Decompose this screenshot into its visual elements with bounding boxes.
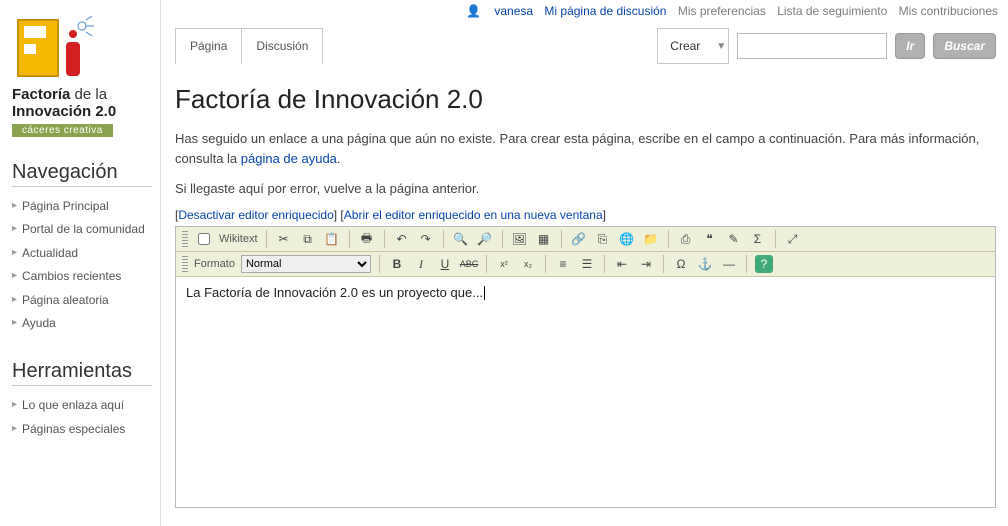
text-cursor — [484, 286, 485, 300]
open-new-window-link[interactable]: Abrir el editor enriquecido en una nueva… — [344, 208, 603, 222]
toolbar-separator — [663, 255, 664, 273]
indent-icon[interactable]: ⇥ — [637, 255, 655, 273]
copy-icon[interactable]: ⧉ — [299, 230, 317, 248]
wikitext-checkbox[interactable] — [198, 233, 210, 245]
page-title: Factoría de Innovación 2.0 — [175, 84, 996, 115]
editor-links: [Desactivar editor enriquecido] [Abrir e… — [175, 208, 996, 222]
error-text: Si llegaste aquí por error, vuelve a la … — [175, 181, 996, 196]
cut-icon[interactable]: ✂ — [275, 230, 293, 248]
logo-icon — [12, 14, 102, 82]
sidebar-item-recent[interactable]: Cambios recientes — [12, 265, 152, 289]
tab-page[interactable]: Página — [176, 29, 242, 64]
print-icon[interactable]: 🖶 — [358, 230, 376, 248]
globe-icon[interactable]: 🌐 — [618, 230, 636, 248]
toolbar-separator — [443, 230, 444, 248]
wikitext-label: Wikitext — [219, 233, 258, 245]
undo-icon[interactable]: ↶ — [393, 230, 411, 248]
toolbar-separator — [668, 230, 669, 248]
formula-icon[interactable]: Σ — [749, 230, 767, 248]
nav-list: Página Principal Portal de la comunidad … — [12, 195, 152, 337]
bold-icon[interactable]: B — [388, 255, 406, 273]
toolbar-separator — [604, 255, 605, 273]
rich-editor: Wikitext ✂ ⧉ 📋 🖶 ↶ ↷ 🔍 🔎 🖼 ▦ 🔗 ⎘ 🌐 — [175, 226, 996, 508]
intro-text: Has seguido un enlace a una página que a… — [175, 129, 996, 168]
link-icon[interactable]: 🔗 — [570, 230, 588, 248]
ref-icon[interactable]: ❝ — [701, 230, 719, 248]
create-label: Crear — [658, 29, 712, 63]
underline-icon[interactable]: U — [436, 255, 454, 273]
internal-link-icon[interactable]: ⎘ — [594, 230, 612, 248]
editor-textarea[interactable]: La Factoría de Innovación 2.0 es un proy… — [176, 277, 995, 507]
sidebar: Factoría de la Innovación 2.0 cáceres cr… — [0, 0, 160, 526]
grip-icon — [182, 256, 188, 272]
toolbar-separator — [545, 255, 546, 273]
logo-badge: cáceres creativa — [12, 124, 113, 137]
toolbar-separator — [384, 230, 385, 248]
tools-heading: Herramientas — [12, 360, 152, 386]
italic-icon[interactable]: I — [412, 255, 430, 273]
template-icon[interactable]: ⎙ — [677, 230, 695, 248]
format-select[interactable]: Normal — [241, 255, 371, 273]
create-menu[interactable]: Crear ▼ — [657, 28, 729, 64]
strike-icon[interactable]: ABC — [460, 255, 478, 273]
toolbar-separator — [266, 230, 267, 248]
sidebar-item-whatlinks[interactable]: Lo que enlaza aquí — [12, 394, 152, 418]
go-button[interactable]: Ir — [895, 33, 925, 59]
anchor-icon[interactable]: ⚓ — [696, 255, 714, 273]
tab-discussion[interactable]: Discusión — [242, 29, 322, 64]
toolbar-separator — [502, 230, 503, 248]
hr-icon[interactable]: — — [720, 255, 738, 273]
redo-icon[interactable]: ↷ — [417, 230, 435, 248]
right-controls: Crear ▼ Ir Buscar — [657, 28, 996, 64]
sidebar-item-random[interactable]: Página aleatoria — [12, 289, 152, 313]
search-input[interactable] — [737, 33, 887, 59]
toolbar-row-1: Wikitext ✂ ⧉ 📋 🖶 ↶ ↷ 🔍 🔎 🖼 ▦ 🔗 ⎘ 🌐 — [176, 227, 995, 252]
search-button[interactable]: Buscar — [933, 33, 996, 59]
logo[interactable]: Factoría de la Innovación 2.0 cáceres cr… — [12, 14, 152, 137]
image-icon[interactable]: 🖼 — [511, 230, 529, 248]
tools-list: Lo que enlaza aquí Páginas especiales — [12, 394, 152, 441]
sidebar-item-help[interactable]: Ayuda — [12, 312, 152, 336]
nav-heading: Navegación — [12, 161, 152, 187]
toolbar-separator — [775, 230, 776, 248]
grip-icon — [182, 231, 188, 247]
superscript-icon[interactable]: x² — [495, 255, 513, 273]
sidebar-item-main[interactable]: Página Principal — [12, 195, 152, 219]
content: Página Discusión Crear ▼ Ir Buscar Facto… — [160, 0, 1008, 526]
replace-icon[interactable]: 🔎 — [476, 230, 494, 248]
toolbar-separator — [379, 255, 380, 273]
outdent-icon[interactable]: ⇤ — [613, 255, 631, 273]
expand-icon[interactable]: ⤢ — [784, 230, 802, 248]
help-icon[interactable]: ? — [755, 255, 773, 273]
subscript-icon[interactable]: x₂ — [519, 255, 537, 273]
toolbar-separator — [746, 255, 747, 273]
table-icon[interactable]: ▦ — [535, 230, 553, 248]
sidebar-item-news[interactable]: Actualidad — [12, 242, 152, 266]
toolbar-separator — [486, 255, 487, 273]
page-tabs: Página Discusión — [175, 28, 323, 64]
category-icon[interactable]: 📁 — [642, 230, 660, 248]
chevron-down-icon[interactable]: ▼ — [712, 41, 728, 52]
toolbar-row-2: Formato Normal B I U ABC x² x₂ ≡ ☰ ⇤ ⇥ — [176, 252, 995, 277]
formato-label: Formato — [194, 258, 235, 270]
numbered-list-icon[interactable]: ≡ — [554, 255, 572, 273]
find-icon[interactable]: 🔍 — [452, 230, 470, 248]
bullet-list-icon[interactable]: ☰ — [578, 255, 596, 273]
help-page-link[interactable]: página de ayuda — [241, 151, 337, 166]
paste-icon[interactable]: 📋 — [323, 230, 341, 248]
toolbar-separator — [561, 230, 562, 248]
sidebar-item-special[interactable]: Páginas especiales — [12, 418, 152, 442]
toolbar-separator — [349, 230, 350, 248]
sidebar-item-portal[interactable]: Portal de la comunidad — [12, 218, 152, 242]
logo-text: Factoría de la Innovación 2.0 — [12, 86, 152, 121]
disable-rich-editor-link[interactable]: Desactivar editor enriquecido — [178, 208, 333, 222]
special-char-icon[interactable]: Ω — [672, 255, 690, 273]
sig-icon[interactable]: ✎ — [725, 230, 743, 248]
